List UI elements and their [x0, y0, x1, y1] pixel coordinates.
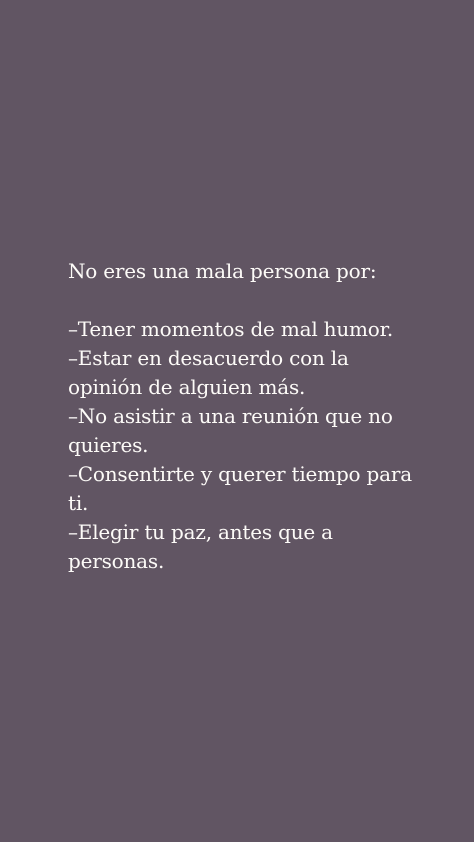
- quote-item-skip-meeting: –No asistir a una reunión que no quieres…: [68, 404, 393, 457]
- quote-item-self-care: –Consentirte y querer tiempo para ti.: [68, 462, 412, 515]
- quote-intro: No eres una mala persona por:: [68, 259, 377, 283]
- quote-item-choose-peace: –Elegir tu paz, antes que a personas.: [68, 520, 333, 573]
- quote-text-block: No eres una mala persona por: –Tener mom…: [68, 257, 428, 576]
- quote-item-bad-mood: –Tener momentos de mal humor.: [68, 317, 393, 341]
- quote-card: No eres una mala persona por: –Tener mom…: [0, 0, 474, 842]
- quote-item-disagree: –Estar en desacuerdo con la opinión de a…: [68, 346, 349, 399]
